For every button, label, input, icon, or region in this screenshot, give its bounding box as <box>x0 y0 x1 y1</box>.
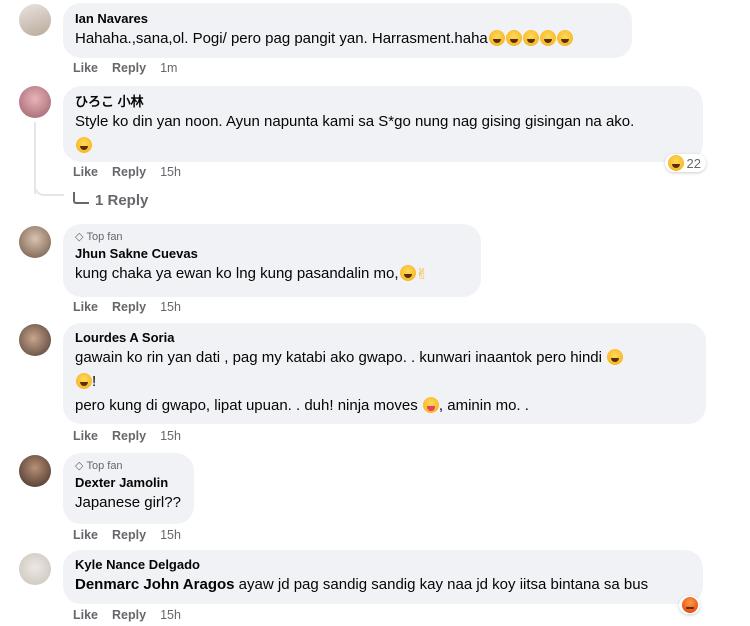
avatar[interactable] <box>19 553 51 585</box>
avatar[interactable] <box>19 324 51 356</box>
reaction-count: 22 <box>686 155 701 171</box>
victory-hand-emoji-icon: ✌ <box>415 266 429 283</box>
thread-line-curve <box>34 180 64 196</box>
reply-arrow-icon <box>73 191 89 204</box>
reply-button[interactable]: Reply <box>112 608 146 622</box>
laughing-face-emoji-icon <box>607 349 624 365</box>
diamond-icon: ◇ <box>75 231 84 243</box>
reply-button[interactable]: Reply <box>112 61 146 75</box>
comment-text: Denmarc John Aragos ayaw jd pag sandig s… <box>75 576 649 593</box>
comment-author[interactable]: ひろこ 小林 <box>75 94 691 110</box>
reaction-summary[interactable] <box>679 596 700 614</box>
comment-bubble: ◇ Top fan Jhun Sakne Cuevas kung chaka ya… <box>63 224 481 297</box>
reply-button[interactable]: Reply <box>112 528 146 542</box>
like-button[interactable]: Like <box>73 429 98 443</box>
comment-actions: Like Reply 15h <box>73 528 181 542</box>
grinning-face-emoji-icon <box>522 30 539 46</box>
comment-text-line2: ! <box>75 370 694 394</box>
top-fan-badge: ◇ Top fan <box>75 460 123 472</box>
comment-actions: Like Reply 15h <box>73 608 181 622</box>
laughing-face-emoji-icon <box>556 30 573 46</box>
crying-face-emoji-icon <box>505 30 522 46</box>
reply-button[interactable]: Reply <box>112 300 146 314</box>
grinning-face-emoji-icon <box>399 265 416 281</box>
diamond-icon: ◇ <box>75 460 84 472</box>
laughing-face-emoji-icon <box>539 30 556 46</box>
avatar[interactable] <box>19 455 51 487</box>
comment-text: Japanese girl?? <box>75 494 181 511</box>
avatar[interactable] <box>19 226 51 258</box>
comment-timestamp[interactable]: 1m <box>160 61 177 75</box>
mention-link[interactable]: Denmarc John Aragos <box>75 576 235 593</box>
comment-bubble: ひろこ 小林 Style ko din yan noon. Ayun napun… <box>63 86 703 162</box>
comment-bubble: Ian Navares Hahaha.,sana,ol. Pogi/ pero … <box>63 3 632 58</box>
comment-actions: Like Reply 1m <box>73 61 177 75</box>
reply-button[interactable]: Reply <box>112 429 146 443</box>
comment-bubble: ◇ Top fan Dexter Jamolin Japanese girl?? <box>63 453 194 524</box>
top-fan-badge: ◇ Top fan <box>75 231 123 243</box>
view-replies-link[interactable]: 1 Reply <box>73 191 149 209</box>
comment-timestamp[interactable]: 15h <box>160 528 181 542</box>
comment-timestamp[interactable]: 15h <box>160 429 181 443</box>
comment-bubble: Lourdes A Soria gawain ko rin yan dati ,… <box>63 323 706 424</box>
crying-face-emoji-icon <box>488 30 505 46</box>
view-replies-label: 1 Reply <box>95 192 149 209</box>
comment-timestamp[interactable]: 15h <box>160 165 181 179</box>
reply-button[interactable]: Reply <box>112 165 146 179</box>
comment-author[interactable]: Jhun Sakne Cuevas <box>75 246 469 262</box>
like-button[interactable]: Like <box>73 165 98 179</box>
comment-text-emoji-line <box>75 134 691 158</box>
like-button[interactable]: Like <box>73 61 98 75</box>
laughing-face-emoji-icon <box>76 373 92 389</box>
avatar[interactable] <box>19 4 51 36</box>
laughing-face-emoji-icon <box>76 137 92 153</box>
comment-author[interactable]: Ian Navares <box>75 11 620 27</box>
reaction-summary[interactable]: 22 <box>664 154 706 172</box>
haha-reaction-icon <box>667 155 684 171</box>
comment-actions: Like Reply 15h <box>73 165 181 179</box>
comment-text-line3: pero kung di gwapo, lipat upuan. . duh! … <box>75 397 529 414</box>
comment-text: kung chaka ya ewan ko lng kung pasandali… <box>75 262 469 287</box>
tongue-face-emoji-icon <box>422 397 439 413</box>
comment-actions: Like Reply 15h <box>73 300 181 314</box>
comment-text: Style ko din yan noon. Ayun napunta kami… <box>75 113 635 130</box>
angry-reaction-icon <box>682 597 698 613</box>
comment-bubble: Kyle Nance Delgado Denmarc John Aragos a… <box>63 550 703 604</box>
comment-text: Hahaha.,sana,ol. Pogi/ pero pag pangit y… <box>75 27 620 51</box>
comment-timestamp[interactable]: 15h <box>160 608 181 622</box>
comment-author[interactable]: Lourdes A Soria <box>75 330 694 346</box>
like-button[interactable]: Like <box>73 608 98 622</box>
comment-author[interactable]: Kyle Nance Delgado <box>75 557 691 573</box>
comment-text-line1: gawain ko rin yan dati , pag my katabi a… <box>75 346 694 370</box>
comment-author[interactable]: Dexter Jamolin <box>75 475 182 491</box>
comment-timestamp[interactable]: 15h <box>160 300 181 314</box>
like-button[interactable]: Like <box>73 528 98 542</box>
like-button[interactable]: Like <box>73 300 98 314</box>
avatar[interactable] <box>19 86 51 118</box>
comment-actions: Like Reply 15h <box>73 429 181 443</box>
